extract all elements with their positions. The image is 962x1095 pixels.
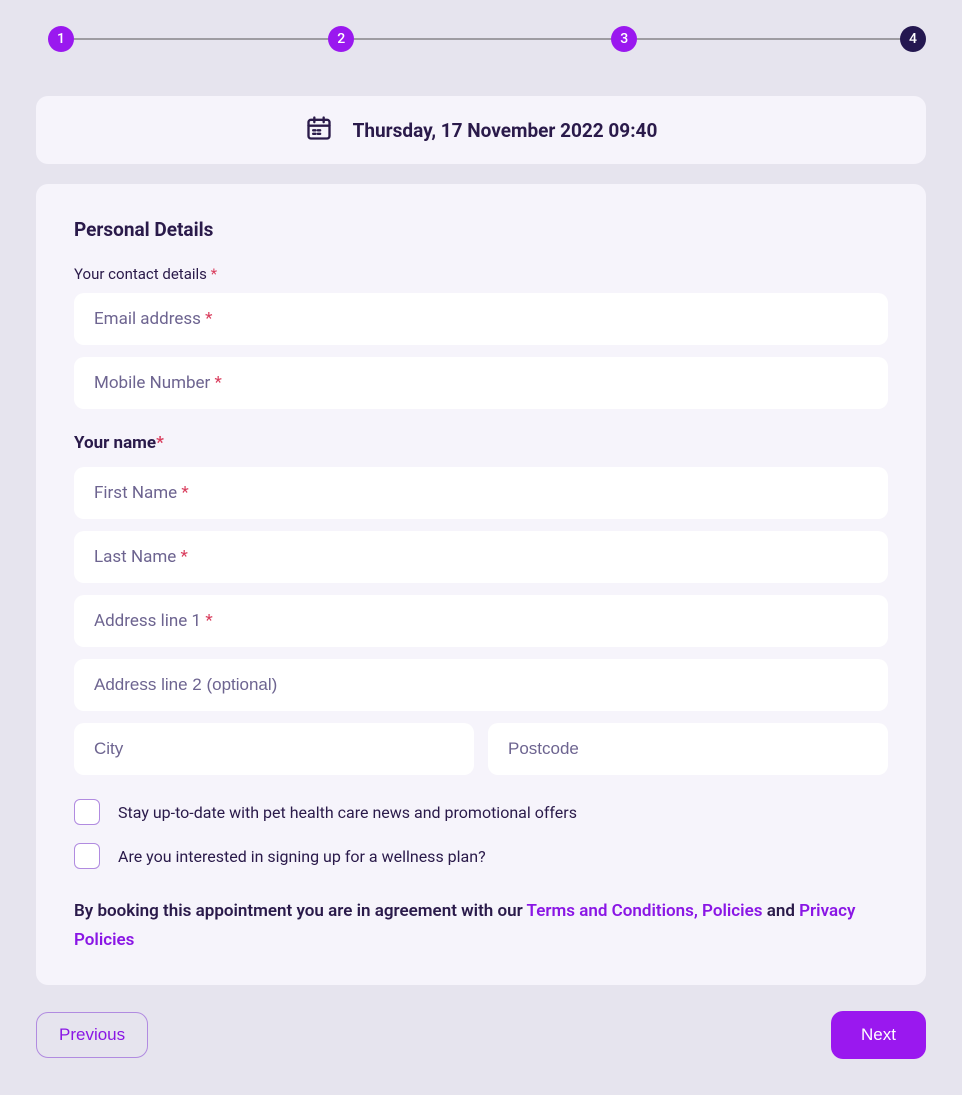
address-1-field[interactable]	[74, 595, 888, 647]
first-name-field[interactable]	[74, 467, 888, 519]
city-field[interactable]	[74, 723, 474, 775]
section-title: Personal Details	[74, 218, 888, 241]
step-3[interactable]: 3	[611, 26, 637, 52]
step-1[interactable]: 1	[48, 26, 74, 52]
appointment-date-text: Thursday, 17 November 2022 09:40	[353, 119, 658, 142]
stepper-line	[48, 39, 914, 40]
your-name-label: Your name*	[74, 433, 888, 453]
last-name-field[interactable]	[74, 531, 888, 583]
appointment-date-banner: Thursday, 17 November 2022 09:40	[36, 96, 926, 164]
agreement-text: By booking this appointment you are in a…	[74, 897, 888, 955]
postcode-field[interactable]	[488, 723, 888, 775]
next-button[interactable]: Next	[831, 1011, 926, 1059]
newsletter-checkbox[interactable]	[74, 799, 100, 825]
progress-stepper: 1 2 3 4	[36, 26, 926, 52]
calendar-icon	[305, 114, 333, 146]
contact-details-label: Your contact details *	[74, 265, 888, 283]
personal-details-card: Personal Details Your contact details * …	[36, 184, 926, 985]
terms-link[interactable]: Terms and Conditions, Policies	[527, 901, 763, 921]
address-2-field[interactable]	[74, 659, 888, 711]
step-4[interactable]: 4	[900, 26, 926, 52]
footer-nav: Previous Next	[36, 1011, 926, 1059]
step-2[interactable]: 2	[328, 26, 354, 52]
newsletter-label: Stay up-to-date with pet health care new…	[118, 803, 577, 822]
wellness-plan-label: Are you interested in signing up for a w…	[118, 847, 486, 866]
wellness-plan-checkbox[interactable]	[74, 843, 100, 869]
mobile-field[interactable]	[74, 357, 888, 409]
previous-button[interactable]: Previous	[36, 1012, 148, 1058]
email-field[interactable]	[74, 293, 888, 345]
